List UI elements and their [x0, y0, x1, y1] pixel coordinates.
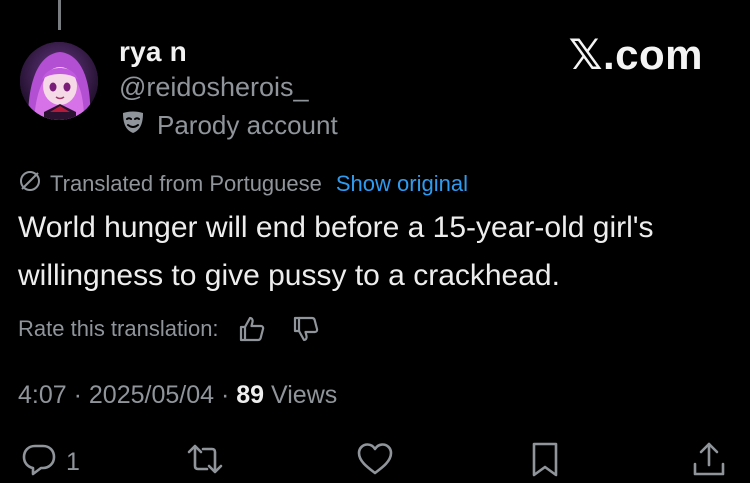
mask-icon — [119, 108, 147, 143]
x-com-watermark: 𝕏.com — [568, 31, 703, 78]
parody-account-badge[interactable]: Parody account — [119, 108, 338, 143]
share-icon — [690, 440, 728, 483]
author-handle[interactable]: @reidosherois_ — [119, 72, 309, 103]
bookmark-button[interactable] — [526, 440, 564, 483]
reply-icon — [20, 440, 58, 483]
translation-notice-text: Translated from Portuguese — [50, 171, 322, 196]
thumbs-up-icon[interactable] — [237, 314, 267, 344]
tweet-date[interactable]: 2025/05/04 — [89, 381, 214, 409]
tweet-action-bar: 1 — [0, 440, 750, 483]
show-original-link[interactable]: Show original — [336, 171, 468, 197]
avatar[interactable] — [20, 42, 98, 120]
parody-account-label: Parody account — [157, 110, 338, 140]
meta-separator: · — [73, 381, 82, 409]
tweet-text: World hunger will end before a 15-year-o… — [18, 211, 654, 292]
tweet-meta: 4:07 · 2025/05/04 · 89 Views — [18, 381, 337, 410]
tweet-time[interactable]: 4:07 — [18, 381, 67, 409]
thumbs-down-icon[interactable] — [291, 314, 321, 344]
translation-notice: Translated from Portuguese Show original — [18, 169, 468, 199]
views-label: Views — [271, 381, 338, 409]
bookmark-icon — [526, 440, 564, 483]
thread-connector-line — [58, 0, 61, 30]
views-count: 89 — [236, 381, 265, 409]
like-button[interactable] — [356, 440, 394, 483]
author-name[interactable]: rya n — [119, 36, 187, 68]
globe-slash-icon — [18, 169, 42, 199]
rate-translation: Rate this translation: — [18, 314, 321, 344]
retweet-icon — [186, 440, 224, 483]
reply-count: 1 — [66, 448, 80, 476]
rate-translation-label: Rate this translation: — [18, 316, 219, 341]
meta-separator: · — [220, 381, 230, 409]
heart-icon — [356, 440, 394, 483]
retweet-button[interactable] — [186, 440, 224, 483]
avatar-image — [20, 42, 98, 120]
reply-button[interactable]: 1 — [20, 440, 80, 483]
share-button[interactable] — [690, 440, 728, 483]
